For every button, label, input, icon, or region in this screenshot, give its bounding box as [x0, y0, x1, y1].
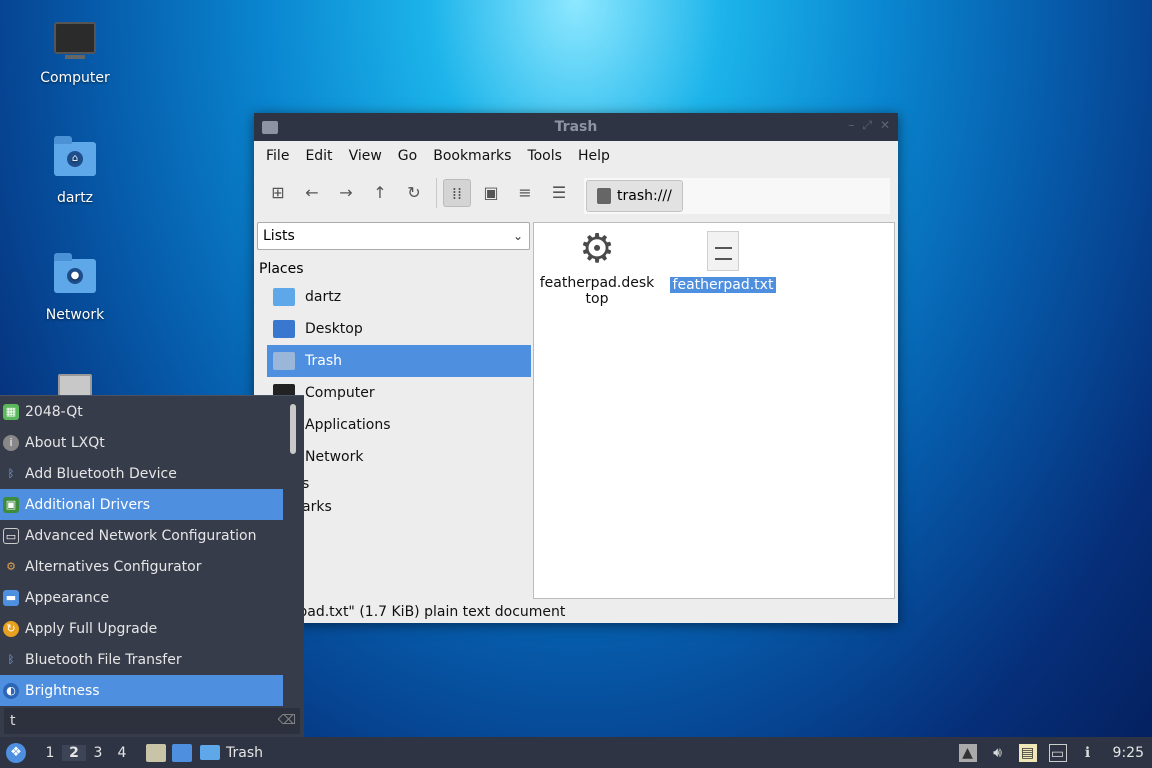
alternatives-icon: ⚙ — [6, 559, 16, 573]
maximize-icon[interactable]: ⤢ — [862, 118, 872, 133]
clipboard-icon[interactable]: ▤ — [1018, 743, 1037, 762]
detailed-list-icon[interactable]: ☰ — [545, 179, 573, 207]
clear-icon[interactable]: ⌫ — [278, 708, 296, 734]
side-pane-mode-select[interactable]: Lists ⌄ — [257, 222, 530, 250]
menu-edit[interactable]: Edit — [297, 148, 340, 164]
eject-icon[interactable]: ▲ — [958, 743, 977, 762]
file-name-line2: top — [585, 291, 609, 307]
taskbar: ❖ 1 2 3 4 Trash ▲ 🔊︎ ▤ ▭ ℹ 9:25 — [0, 737, 1152, 768]
compact-view-icon[interactable]: ≡ — [511, 179, 539, 207]
minimize-icon[interactable]: – — [848, 118, 854, 133]
home-folder-icon: ⌂ — [53, 136, 97, 186]
location-path-button[interactable]: trash:/// — [586, 180, 683, 212]
menu-item-advanced-network-configuration[interactable]: ▭ Advanced Network Configuration — [0, 520, 283, 551]
show-desktop-icon[interactable] — [172, 743, 192, 762]
place-desktop[interactable]: Desktop — [267, 313, 531, 345]
desktop-icon-label: dartz — [56, 190, 94, 206]
network-icon: ▭ — [3, 527, 19, 544]
appearance-icon: ▬ — [3, 589, 19, 606]
reload-icon[interactable]: ↻ — [400, 179, 428, 207]
drive-icon — [597, 188, 611, 204]
home-folder-icon — [273, 288, 295, 306]
menu-bookmarks[interactable]: Bookmarks — [425, 148, 519, 164]
system-tray: ▲ 🔊︎ ▤ ▭ ℹ 9:25 — [958, 737, 1152, 768]
place-computer[interactable]: Computer — [267, 377, 531, 409]
text-file-icon — [707, 231, 739, 271]
menu-file[interactable]: File — [258, 148, 297, 164]
workspace-4[interactable]: 4 — [110, 745, 134, 761]
place-network[interactable]: Network — [267, 441, 531, 473]
file-name: featherpad.txt — [669, 277, 777, 293]
workspace-1[interactable]: 1 — [38, 745, 62, 761]
menu-item-add-bluetooth-device[interactable]: ᛒ Add Bluetooth Device — [0, 458, 283, 489]
place-applications[interactable]: Applications — [267, 409, 531, 441]
bluetooth-icon: ᛒ — [7, 652, 15, 666]
file-view[interactable]: ⚙ featherpad.desk top featherpad.txt — [533, 222, 895, 599]
menu-item-bluetooth-file-transfer[interactable]: ᛒ Bluetooth File Transfer — [0, 644, 283, 675]
trash-icon — [273, 352, 295, 370]
menubar: File Edit View Go Bookmarks Tools Help — [254, 141, 898, 171]
application-menu: ▦ 2048-Qt i About LXQt ᛒ Add Bluetooth D… — [0, 395, 304, 737]
bookmarks-heading-partial: arks — [302, 499, 332, 515]
menu-item-alternatives-configurator[interactable]: ⚙ Alternatives Configurator — [0, 551, 283, 582]
volume-icon[interactable]: 🔊︎ — [989, 744, 1007, 762]
icon-view-icon[interactable]: ⁞⁞ — [443, 179, 471, 207]
desktop-icon — [273, 320, 295, 338]
menu-item-appearance[interactable]: ▬ Appearance — [0, 582, 283, 613]
window-title: Trash — [554, 119, 598, 135]
workspace-2[interactable]: 2 — [62, 744, 86, 761]
desktop-icon-dartz[interactable]: ⌂ dartz — [25, 136, 125, 206]
clock[interactable]: 9:25 — [1113, 745, 1144, 761]
upgrade-icon: ↻ — [3, 620, 19, 637]
file-manager-launcher-icon[interactable] — [146, 743, 166, 762]
menu-go[interactable]: Go — [390, 148, 425, 164]
2048-icon: ▦ — [3, 403, 19, 420]
place-trash[interactable]: Trash — [267, 345, 531, 377]
menu-item-2048-qt[interactable]: ▦ 2048-Qt — [0, 396, 283, 427]
new-tab-icon[interactable]: ⊞ — [264, 179, 292, 207]
status-bar: erpad.txt" (1.7 KiB) plain text document — [284, 604, 566, 620]
network-status-icon[interactable]: ▭ — [1048, 743, 1067, 762]
menu-view[interactable]: View — [341, 148, 390, 164]
task-trash[interactable]: Trash — [200, 745, 263, 761]
menu-item-about-lxqt[interactable]: i About LXQt — [0, 427, 283, 458]
file-item-featherpad-desktop[interactable]: ⚙ featherpad.desk top — [538, 229, 656, 307]
forward-icon[interactable]: → — [332, 179, 360, 207]
up-icon[interactable]: ↑ — [366, 179, 394, 207]
gear-icon: ⚙ — [579, 226, 615, 272]
file-item-featherpad-txt[interactable]: featherpad.txt — [668, 231, 778, 293]
start-menu-icon[interactable]: ❖ — [6, 742, 26, 763]
thumbnail-view-icon[interactable]: ▣ — [477, 179, 505, 207]
notification-icon[interactable]: ℹ — [1079, 744, 1097, 762]
chip-icon: ▣ — [3, 496, 19, 513]
location-bar: trash:/// — [584, 178, 890, 214]
menu-help[interactable]: Help — [570, 148, 618, 164]
desktop-icon-label: Network — [45, 307, 105, 323]
desktop-icon-computer[interactable]: Computer — [25, 22, 125, 86]
location-text: trash:/// — [617, 188, 672, 204]
menu-scrollbar[interactable] — [290, 404, 296, 454]
computer-icon — [53, 22, 97, 66]
back-icon[interactable]: ← — [298, 179, 326, 207]
menu-tools[interactable]: Tools — [519, 148, 570, 164]
desktop-icon-label: Computer — [40, 70, 110, 86]
workspace-3[interactable]: 3 — [86, 745, 110, 761]
menu-item-additional-drivers[interactable]: ▣ Additional Drivers — [0, 489, 283, 520]
file-manager-window: Trash – ⤢ ✕ File Edit View Go Bookmarks … — [254, 113, 898, 623]
places-heading: Places — [259, 261, 304, 277]
menu-item-brightness[interactable]: ◐ Brightness — [0, 675, 283, 706]
place-dartz[interactable]: dartz — [267, 281, 531, 313]
file-name-line1: featherpad.desk — [539, 275, 655, 291]
menu-search-input[interactable]: t ⌫ — [4, 708, 300, 734]
chevron-down-icon: ⌄ — [512, 229, 523, 243]
menu-item-apply-full-upgrade[interactable]: ↻ Apply Full Upgrade — [0, 613, 283, 644]
desktop-icon-network[interactable]: ● Network — [25, 253, 125, 323]
close-icon[interactable]: ✕ — [880, 118, 890, 133]
info-icon: i — [3, 434, 19, 451]
folder-icon — [200, 745, 220, 760]
titlebar[interactable]: Trash – ⤢ ✕ — [254, 113, 898, 141]
bluetooth-icon: ᛒ — [7, 466, 15, 480]
network-folder-icon: ● — [53, 253, 97, 303]
brightness-icon: ◐ — [3, 682, 19, 699]
